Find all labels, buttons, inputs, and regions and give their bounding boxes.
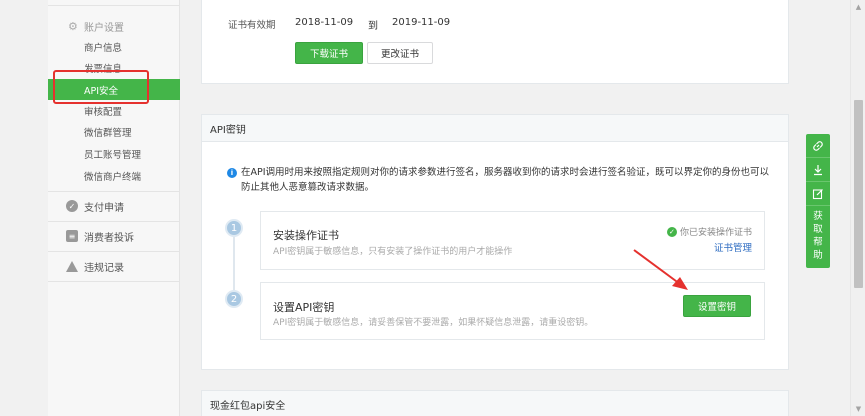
- cert-management-link[interactable]: 证书管理: [714, 240, 752, 254]
- link-icon[interactable]: [806, 134, 830, 158]
- redpack-api-panel: 现金红包api安全: [201, 390, 789, 416]
- annotation-arrow: [633, 249, 688, 290]
- set-key-button[interactable]: 设置密钥: [683, 295, 751, 317]
- vertical-scrollbar[interactable]: ▲ ▼: [850, 0, 865, 416]
- cert-start-date: 2018-11-09: [295, 17, 354, 28]
- check-circle-icon: ✓: [66, 200, 78, 212]
- get-help-button[interactable]: 获 取 帮 助: [806, 206, 830, 268]
- cert-date-separator: 到: [368, 21, 378, 32]
- sidebar-divider: [48, 191, 180, 192]
- redpack-panel-title: 现金红包api安全: [202, 391, 788, 416]
- step-description: API密钥属于敏感信息，只有安装了操作证书的用户才能操作: [273, 247, 513, 257]
- sidebar-section-title: 账户设置: [84, 22, 124, 34]
- sidebar: ⚙ 账户设置 商户信息 发票信息 API安全 审核配置 微信群管理 员工账号管理…: [48, 0, 180, 416]
- message-icon: ≡: [66, 230, 78, 242]
- edit-icon[interactable]: [806, 182, 830, 206]
- sidebar-section-header: ⚙ 账户设置: [68, 18, 124, 34]
- sidebar-group-payment-apply[interactable]: ✓ 支付申请: [66, 197, 124, 215]
- download-cert-button[interactable]: 下载证书: [295, 42, 363, 64]
- step-description: API密钥属于敏感信息，请妥善保管不要泄露，如果怀疑信息泄露，请重设密钥。: [273, 318, 594, 328]
- scroll-up-icon[interactable]: ▲: [854, 2, 863, 12]
- change-cert-button[interactable]: 更改证书: [367, 42, 433, 64]
- sidebar-item-wechat-group[interactable]: 微信群管理: [48, 121, 180, 142]
- highlight-box: [53, 70, 149, 104]
- cert-validity-label: 证书有效期: [228, 20, 276, 31]
- api-key-panel-title: API密钥: [202, 115, 788, 142]
- sidebar-group-complaints[interactable]: ≡ 消费者投诉: [66, 227, 134, 245]
- sidebar-item-merchant-info[interactable]: 商户信息: [48, 36, 180, 57]
- api-key-panel: API密钥 i 在API调用时用来按照指定规则对你的请求参数进行签名，服务器收到…: [201, 114, 789, 370]
- api-key-notice: 在API调用时用来按照指定规则对你的请求参数进行签名，服务器收到你的请求时会进行…: [241, 167, 770, 193]
- sidebar-item-staff-accounts[interactable]: 员工账号管理: [48, 143, 180, 164]
- info-icon: i: [227, 168, 237, 178]
- floating-toolbar: 获 取 帮 助: [806, 134, 830, 268]
- check-circle-icon: ✓: [666, 226, 677, 237]
- sidebar-group-violations[interactable]: 违规记录: [66, 257, 124, 275]
- scroll-down-icon[interactable]: ▼: [854, 404, 863, 414]
- sidebar-divider: [48, 221, 180, 222]
- certificate-panel: 证书有效期 2018-11-09 到 2019-11-09 下载证书 更改证书: [201, 0, 789, 84]
- cert-installed-status: ✓ 你已安装操作证书: [666, 225, 752, 238]
- sidebar-item-merchant-terminal[interactable]: 微信商户终端: [48, 165, 180, 186]
- warning-icon: [66, 260, 78, 272]
- scrollbar-thumb[interactable]: [854, 100, 863, 288]
- step-title: 安装操作证书: [273, 229, 339, 242]
- step-number: 1: [225, 219, 243, 237]
- cert-end-date: 2019-11-09: [392, 17, 451, 28]
- gear-icon: ⚙: [68, 19, 78, 33]
- sidebar-divider: [48, 281, 180, 282]
- sidebar-divider: [48, 251, 180, 252]
- step-title: 设置API密钥: [273, 301, 335, 314]
- download-icon[interactable]: [806, 158, 830, 182]
- sidebar-top-divider: [48, 0, 180, 6]
- step-number: 2: [225, 290, 243, 308]
